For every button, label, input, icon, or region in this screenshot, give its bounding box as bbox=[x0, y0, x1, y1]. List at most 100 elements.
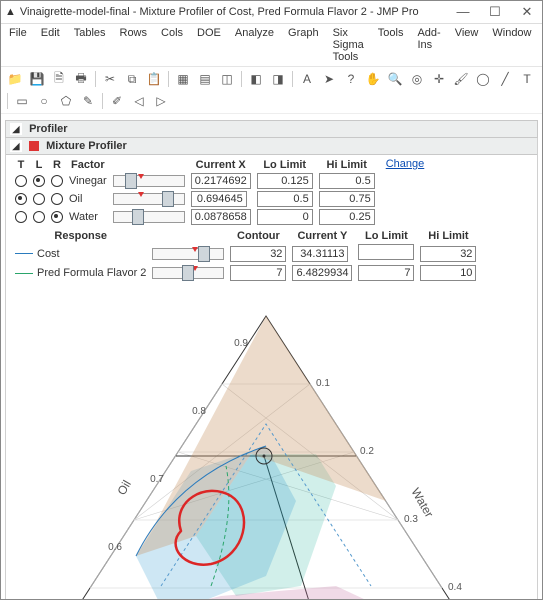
menu-cols[interactable]: Cols bbox=[159, 26, 185, 64]
chart2-icon[interactable]: ▤ bbox=[195, 69, 215, 89]
nav-right-icon[interactable]: ▷ bbox=[151, 91, 171, 111]
menu-doe[interactable]: DOE bbox=[195, 26, 223, 64]
currentx-field[interactable]: 0.0878658 bbox=[191, 209, 251, 225]
lo-field[interactable]: 0.125 bbox=[257, 173, 313, 189]
response-table: ResponseContourCurrent YLo LimitHi Limit… bbox=[12, 229, 479, 282]
crosshair-icon[interactable]: ✛ bbox=[429, 69, 449, 89]
nav-left-icon[interactable]: ◁ bbox=[129, 91, 149, 111]
svg-text:0.4: 0.4 bbox=[448, 582, 462, 593]
svg-text:0.1: 0.1 bbox=[316, 378, 330, 389]
circle-icon[interactable]: ○ bbox=[34, 91, 54, 111]
menu-graph[interactable]: Graph bbox=[286, 26, 321, 64]
disk-icon[interactable]: 💾 bbox=[27, 69, 47, 89]
help-icon[interactable]: ? bbox=[341, 69, 361, 89]
menu-file[interactable]: File bbox=[7, 26, 29, 64]
factor-name: Water bbox=[66, 208, 110, 226]
currenty-field[interactable]: 6.4829934 bbox=[292, 265, 352, 281]
hi-field[interactable]: 0.75 bbox=[319, 191, 375, 207]
radio-r[interactable] bbox=[51, 211, 63, 223]
contour-field[interactable]: 7 bbox=[230, 265, 286, 281]
paste-icon[interactable]: 📋 bbox=[144, 69, 164, 89]
lo-field[interactable] bbox=[358, 244, 414, 260]
chart3-icon[interactable]: ◫ bbox=[217, 69, 237, 89]
svg-text:0.7: 0.7 bbox=[150, 474, 164, 485]
menu-edit[interactable]: Edit bbox=[39, 26, 62, 64]
disclosure-icon[interactable]: ◢ bbox=[10, 123, 22, 135]
hotspot-icon[interactable] bbox=[29, 141, 39, 151]
factor-slider[interactable] bbox=[113, 175, 185, 187]
close-button[interactable]: ✕ bbox=[516, 4, 538, 20]
cut-icon[interactable]: ✂ bbox=[100, 69, 120, 89]
disclosure-icon[interactable]: ◢ bbox=[10, 140, 22, 152]
contour-field[interactable]: 32 bbox=[230, 246, 286, 262]
hi-field[interactable]: 0.5 bbox=[319, 173, 375, 189]
print-icon[interactable]: 🖶 bbox=[71, 69, 91, 89]
copy-icon[interactable]: ⧉ bbox=[122, 69, 142, 89]
factor-row: Water 0.0878658 0 0.25 bbox=[12, 208, 378, 226]
menubar: File Edit Tables Rows Cols DOE Analyze Graph Six… bbox=[1, 24, 542, 67]
target-icon[interactable]: ◎ bbox=[407, 69, 427, 89]
radio-l[interactable] bbox=[33, 193, 45, 205]
lo-field[interactable]: 0 bbox=[257, 209, 313, 225]
svg-text:0.2: 0.2 bbox=[360, 446, 374, 457]
chart1-icon[interactable]: ▦ bbox=[173, 69, 193, 89]
mixture-ternary-plot[interactable]: Oil Water Vinegar 0.90.80.70.60.5 0.10.2… bbox=[6, 286, 537, 599]
max-button[interactable]: ☐ bbox=[484, 4, 506, 20]
square-icon[interactable]: ▭ bbox=[12, 91, 32, 111]
radio-l[interactable] bbox=[33, 211, 45, 223]
lasso-icon[interactable]: ◯ bbox=[473, 69, 493, 89]
currentx-field[interactable]: 0.2174692 bbox=[191, 173, 251, 189]
legend-line-icon bbox=[15, 273, 33, 274]
factor-row: Vinegar0.21746920.1250.5 bbox=[12, 172, 378, 190]
hi-field[interactable]: 32 bbox=[420, 246, 476, 262]
chart5-icon[interactable]: ◨ bbox=[268, 69, 288, 89]
legend-line-icon bbox=[15, 253, 33, 254]
radio-r[interactable] bbox=[51, 193, 63, 205]
menu-window[interactable]: Window bbox=[490, 26, 533, 64]
zoom-icon[interactable]: 🔍 bbox=[385, 69, 405, 89]
mixture-profiler-header[interactable]: ◢ Mixture Profiler bbox=[6, 138, 537, 155]
radio-t[interactable] bbox=[15, 211, 27, 223]
radio-r[interactable] bbox=[51, 175, 63, 187]
factor-slider[interactable] bbox=[113, 193, 185, 205]
line-icon[interactable]: ╱ bbox=[495, 69, 515, 89]
min-button[interactable]: — bbox=[452, 4, 474, 20]
save-icon[interactable]: 🗎 bbox=[49, 69, 69, 89]
lo-field[interactable]: 0.5 bbox=[257, 191, 313, 207]
radio-t[interactable] bbox=[15, 193, 27, 205]
svg-text:0.9: 0.9 bbox=[234, 338, 248, 349]
pencil-icon[interactable]: ✎ bbox=[78, 91, 98, 111]
brush-icon[interactable]: 🖌 bbox=[451, 69, 471, 89]
poly-icon[interactable]: ⬠ bbox=[56, 91, 76, 111]
annotate-icon[interactable]: ✐ bbox=[107, 91, 127, 111]
currenty-field[interactable]: 34.31113 bbox=[292, 246, 348, 262]
response-slider[interactable] bbox=[152, 267, 224, 279]
text-icon[interactable]: T bbox=[517, 69, 537, 89]
profiler-header[interactable]: ◢ Profiler bbox=[5, 120, 538, 138]
hi-field[interactable]: 10 bbox=[420, 265, 476, 281]
menu-tools[interactable]: Tools bbox=[376, 26, 406, 64]
menu-six-sigma-tools[interactable]: Six Sigma Tools bbox=[331, 26, 366, 64]
arrow-icon[interactable]: ➤ bbox=[319, 69, 339, 89]
menu-rows[interactable]: Rows bbox=[118, 26, 150, 64]
menu-add-ins[interactable]: Add-Ins bbox=[415, 26, 442, 64]
A-icon[interactable]: A bbox=[297, 69, 317, 89]
hi-field[interactable]: 0.25 bbox=[319, 209, 375, 225]
currentx-field[interactable]: 0.694645 bbox=[191, 191, 247, 207]
chart4-icon[interactable]: ◧ bbox=[246, 69, 266, 89]
menu-view[interactable]: View bbox=[453, 26, 481, 64]
radio-t[interactable] bbox=[15, 175, 27, 187]
toolbar: 📁💾🗎🖶 ✂⧉📋 ▦▤◫ ◧◨ A➤?✋🔍◎✛🖌◯╱T ▭○⬠✎ ✐◁▷ bbox=[1, 67, 542, 114]
change-link[interactable]: Change bbox=[386, 158, 425, 170]
folder-icon[interactable]: 📁 bbox=[5, 69, 25, 89]
menu-analyze[interactable]: Analyze bbox=[233, 26, 276, 64]
radio-l[interactable] bbox=[33, 175, 45, 187]
lo-field[interactable]: 7 bbox=[358, 265, 414, 281]
factor-row: Oil0.6946450.50.75 bbox=[12, 190, 378, 208]
menu-tables[interactable]: Tables bbox=[72, 26, 108, 64]
hand-icon[interactable]: ✋ bbox=[363, 69, 383, 89]
profiler-title: Profiler bbox=[29, 123, 68, 135]
axis-label-oil: Oil bbox=[114, 478, 133, 498]
response-slider[interactable] bbox=[152, 248, 224, 260]
factor-slider[interactable] bbox=[113, 211, 185, 223]
